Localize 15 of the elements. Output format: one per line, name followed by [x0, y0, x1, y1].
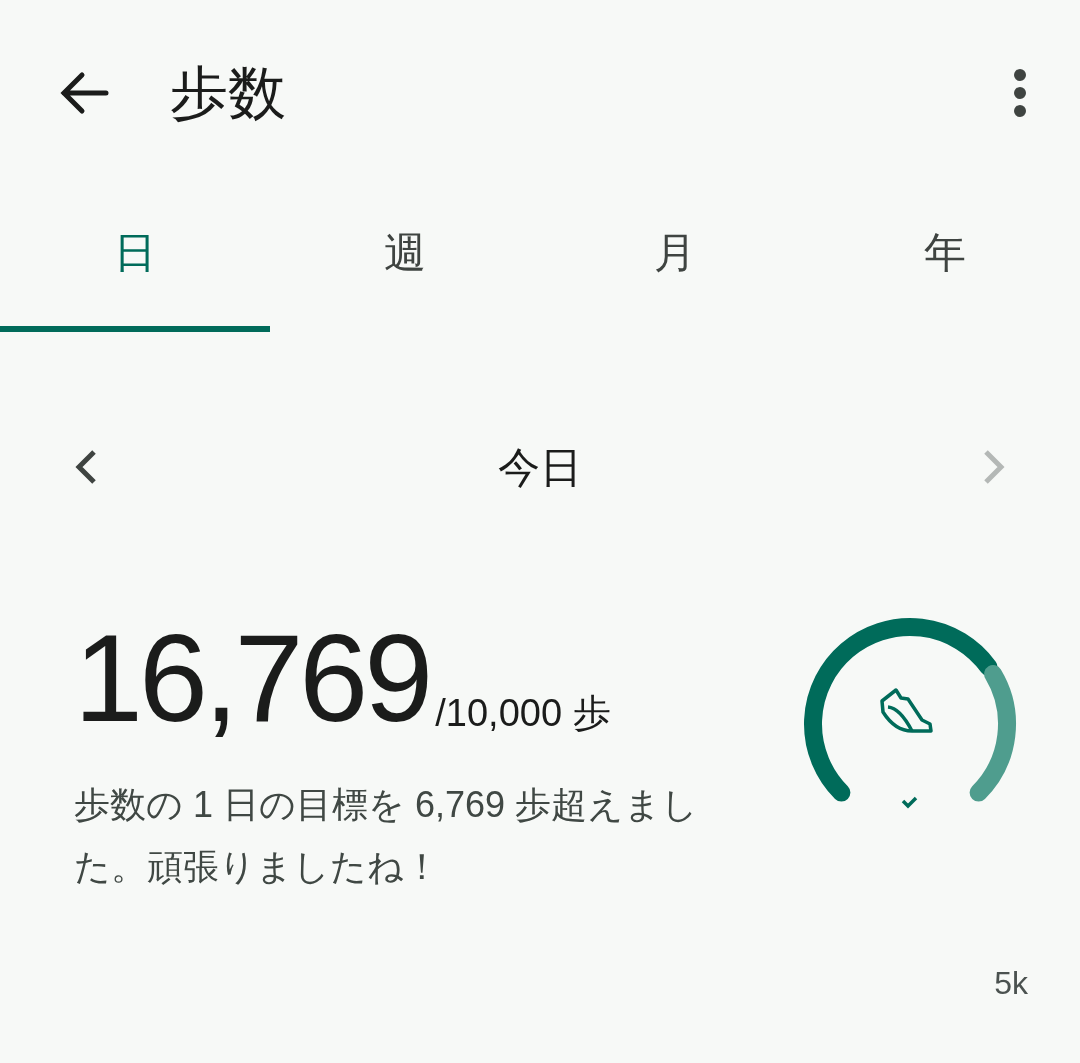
page-title: 歩数	[170, 64, 286, 122]
step-goal: /10,000 歩	[435, 694, 611, 732]
step-count: 16,769	[74, 616, 430, 740]
axis-label: 5k	[994, 964, 1028, 1003]
period-tab[interactable]: 週	[270, 186, 540, 332]
period-tab[interactable]: 日	[0, 186, 270, 332]
shoe-icon	[880, 688, 933, 733]
back-arrow-icon	[58, 71, 110, 115]
chevron-left-icon	[74, 449, 98, 485]
period-tab[interactable]: 年	[810, 186, 1080, 332]
more-icon	[1013, 68, 1027, 118]
goal-message: 歩数の 1 日の目標を 6,769 歩超えました。頑張りましたね！	[74, 783, 700, 889]
chevron-right-icon	[982, 449, 1006, 485]
date-label: 今日	[498, 442, 582, 493]
period-tab[interactable]: 月	[540, 186, 810, 332]
